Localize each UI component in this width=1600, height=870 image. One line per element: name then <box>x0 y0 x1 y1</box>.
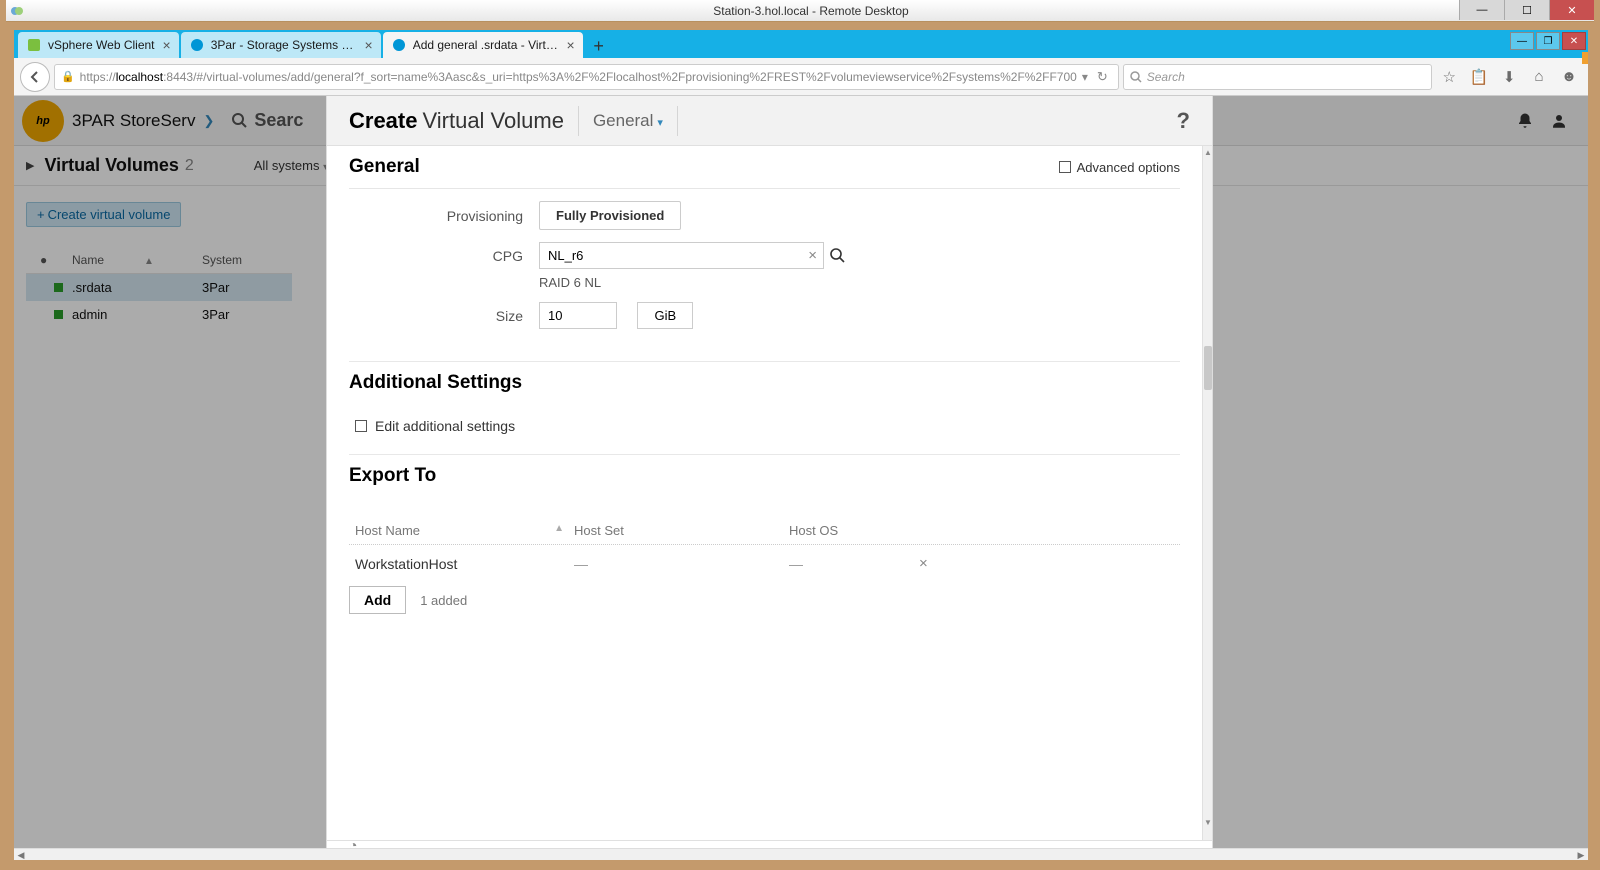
help-icon[interactable]: ? <box>1177 108 1190 134</box>
scroll-down-icon[interactable]: ▼ <box>1203 816 1212 828</box>
search-icon[interactable] <box>830 248 845 263</box>
scroll-left-icon[interactable]: ◀ <box>14 849 28 861</box>
row-hostset: — <box>574 556 789 572</box>
browser-search-bar[interactable]: Search <box>1123 64 1432 90</box>
home-icon[interactable]: ⌂ <box>1526 64 1552 90</box>
ff-close-button[interactable]: ✕ <box>1562 32 1586 50</box>
export-table-row: WorkstationHost — — × <box>349 545 1180 582</box>
separator <box>578 106 579 136</box>
dropdown-icon[interactable]: ▾ <box>1082 70 1088 84</box>
search-placeholder: Search <box>1147 70 1185 84</box>
browser-toolbar: 🔒 https://localhost:8443/#/virtual-volum… <box>14 58 1588 96</box>
size-unit-button[interactable]: GiB <box>637 302 693 329</box>
scroll-thumb[interactable] <box>1204 346 1212 390</box>
provisioning-label: Provisioning <box>349 208 539 224</box>
hostname-column[interactable]: Host Name ▲ <box>349 523 574 538</box>
create-virtual-volume-modal: CreateVirtual Volume General▾ ? General <box>327 96 1212 848</box>
tab-label: 3Par - Storage Systems - H... <box>211 38 357 52</box>
new-tab-button[interactable]: + <box>585 34 613 58</box>
export-table-header: Host Name ▲ Host Set Host OS <box>349 523 1180 545</box>
hostset-column[interactable]: Host Set <box>574 523 789 538</box>
browser-tab-strip: vSphere Web Client × 3Par - Storage Syst… <box>14 30 1588 58</box>
smile-icon[interactable]: ☻ <box>1556 64 1582 90</box>
footer-icon: ◔ <box>349 840 357 848</box>
lock-icon: 🔒 <box>61 70 75 83</box>
advanced-options-checkbox[interactable]: Advanced options <box>1059 160 1180 175</box>
provisioning-button[interactable]: Fully Provisioned <box>539 201 681 230</box>
download-icon[interactable]: ⬇ <box>1496 64 1522 90</box>
rdp-maximize-button[interactable]: ☐ <box>1504 0 1549 20</box>
tab-label: Add general .srdata - Virtu... <box>413 38 559 52</box>
general-heading: General <box>349 156 420 178</box>
scroll-up-icon[interactable]: ▲ <box>1203 146 1212 158</box>
additional-settings-heading: Additional Settings <box>349 372 522 394</box>
rdp-minimize-button[interactable]: — <box>1459 0 1504 20</box>
page-horizontal-scrollbar[interactable]: ◀ ▶ <box>14 848 1588 860</box>
row-hostos: — <box>789 556 919 572</box>
url-text: https://localhost:8443/#/virtual-volumes… <box>80 70 1077 84</box>
ff-minimize-button[interactable]: — <box>1510 32 1534 50</box>
separator <box>677 106 678 136</box>
tab-close-icon[interactable]: × <box>163 37 171 53</box>
tab-icon <box>189 37 205 53</box>
size-input[interactable] <box>539 302 617 329</box>
modal-title: CreateVirtual Volume <box>349 108 564 134</box>
rdp-titlebar: Station-3.hol.local - Remote Desktop — ☐… <box>6 0 1594 22</box>
rdp-title: Station-3.hol.local - Remote Desktop <box>28 4 1594 18</box>
cpg-subtext: RAID 6 NL <box>539 275 1180 290</box>
add-host-button[interactable]: Add <box>349 586 406 614</box>
hostos-column[interactable]: Host OS <box>789 523 919 538</box>
url-bar[interactable]: 🔒 https://localhost:8443/#/virtual-volum… <box>54 64 1119 90</box>
edit-additional-settings-checkbox[interactable]: Edit additional settings <box>355 418 1180 434</box>
tab-icon <box>26 37 42 53</box>
cpg-input[interactable] <box>539 242 824 269</box>
clipboard-icon[interactable]: 📋 <box>1466 64 1492 90</box>
row-hostname: WorkstationHost <box>349 556 574 572</box>
clear-icon[interactable]: × <box>808 247 817 264</box>
browser-tab-3par[interactable]: 3Par - Storage Systems - H... × <box>181 32 381 58</box>
ff-maximize-button[interactable]: ❐ <box>1536 32 1560 50</box>
added-count: 1 added <box>420 593 467 608</box>
modal-footer: ◔ <box>327 840 1212 848</box>
rdp-app-icon <box>6 0 28 22</box>
reload-icon[interactable]: ↻ <box>1093 69 1112 85</box>
rdp-close-button[interactable]: ✕ <box>1549 0 1594 20</box>
browser-tab-vsphere[interactable]: vSphere Web Client × <box>18 32 179 58</box>
modal-header: CreateVirtual Volume General▾ ? <box>327 96 1212 146</box>
browser-tab-active[interactable]: Add general .srdata - Virtu... × <box>383 32 583 58</box>
tab-close-icon[interactable]: × <box>567 37 575 53</box>
nav-back-button[interactable] <box>20 62 50 92</box>
checkbox-icon <box>1059 161 1071 173</box>
tab-icon <box>391 37 407 53</box>
checkbox-icon <box>355 420 367 432</box>
tab-close-icon[interactable]: × <box>365 37 373 53</box>
bookmark-star-icon[interactable]: ☆ <box>1436 64 1462 90</box>
export-to-heading: Export To <box>349 465 436 487</box>
ff-ribbon-accent <box>1582 52 1588 64</box>
modal-scrollbar[interactable]: ▲ ▼ <box>1202 146 1212 840</box>
remove-row-icon[interactable]: × <box>919 555 928 572</box>
cpg-label: CPG <box>349 248 539 264</box>
size-label: Size <box>349 308 539 324</box>
search-icon <box>1130 71 1142 83</box>
modal-section-dropdown[interactable]: General▾ <box>593 111 663 131</box>
scroll-right-icon[interactable]: ▶ <box>1574 849 1588 861</box>
tab-label: vSphere Web Client <box>48 38 155 52</box>
